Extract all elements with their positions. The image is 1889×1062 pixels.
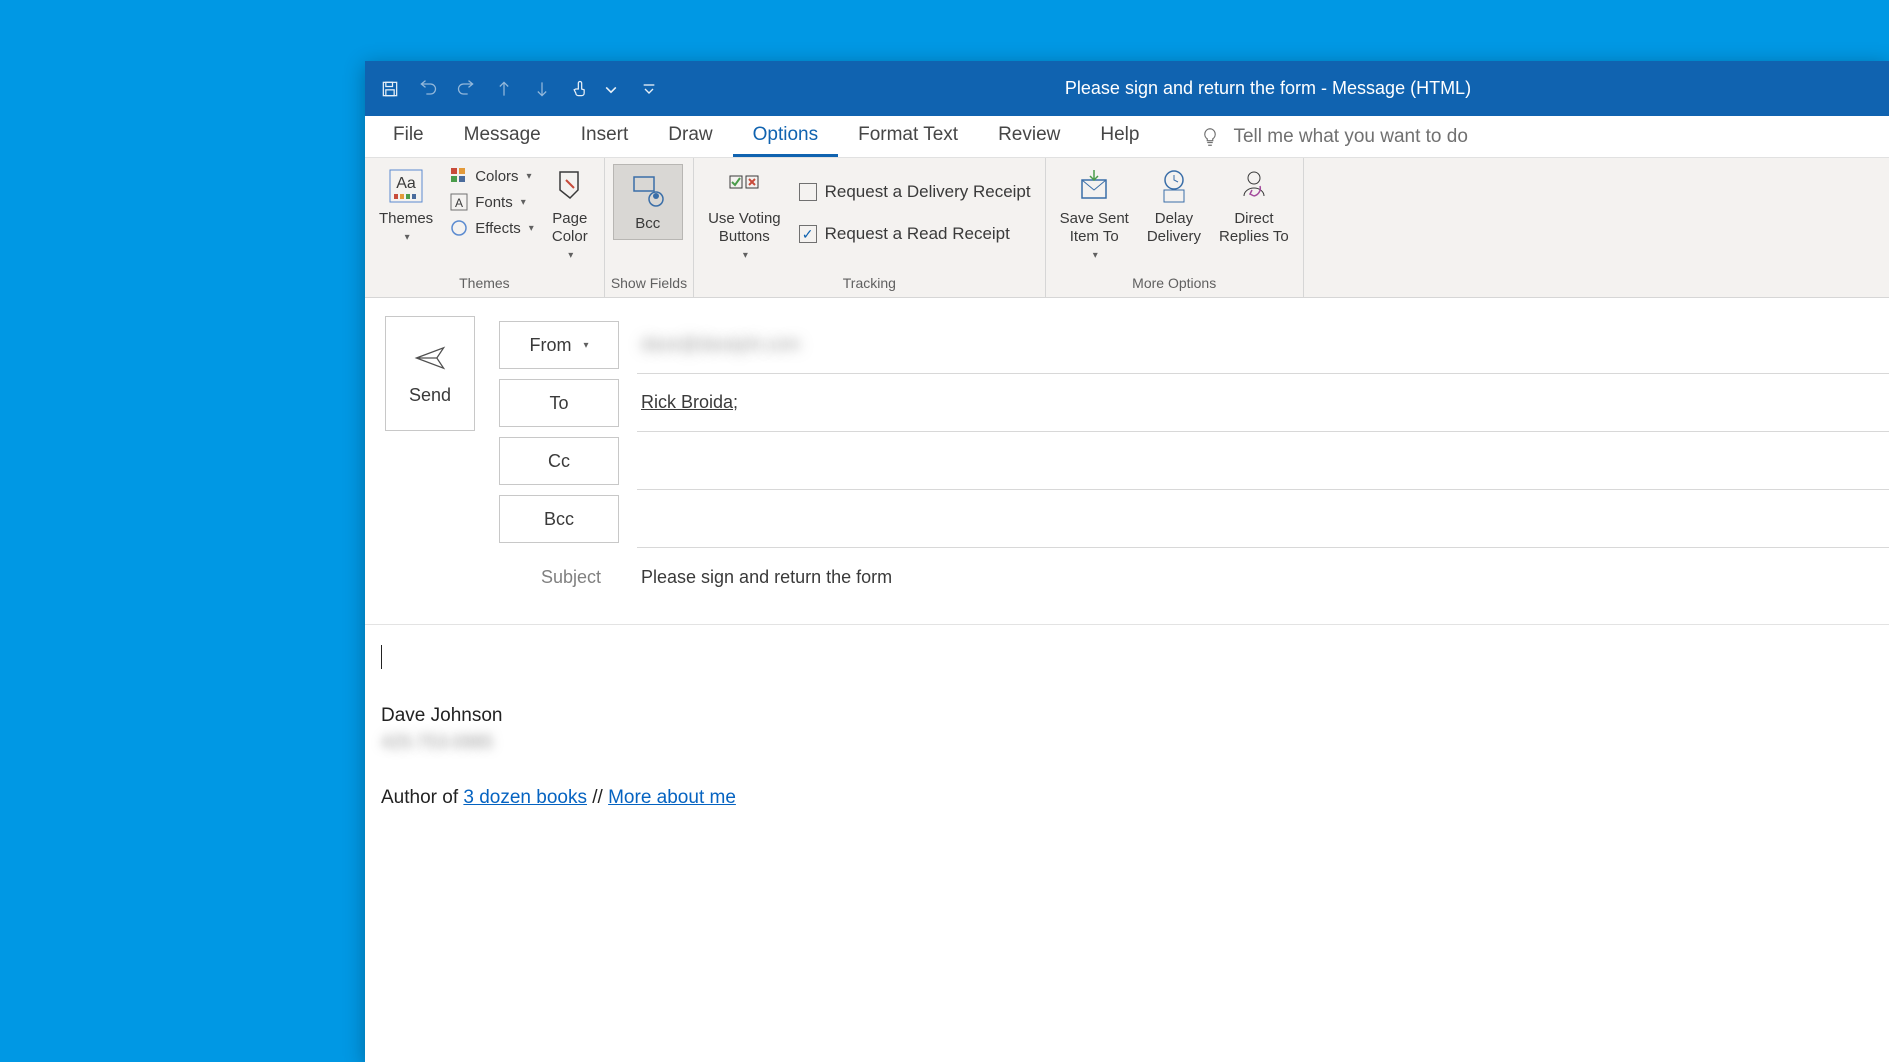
fonts-icon: A	[449, 192, 469, 212]
svg-text:Aa: Aa	[396, 175, 416, 192]
message-body[interactable]: Dave Johnson 425-753-0985 Author of 3 do…	[365, 625, 1889, 1062]
lightbulb-icon	[1199, 126, 1221, 148]
bcc-icon	[628, 171, 668, 211]
to-button[interactable]: To	[499, 379, 619, 427]
save-sent-icon	[1074, 166, 1114, 206]
touch-mode-chevron-icon[interactable]	[603, 74, 619, 104]
prev-item-icon[interactable]	[489, 74, 519, 104]
from-button[interactable]: From ▾	[499, 321, 619, 369]
bcc-toggle-button[interactable]: Bcc	[613, 164, 683, 240]
colors-button[interactable]: Colors▾	[445, 164, 538, 188]
page-color-button[interactable]: Page Color ▾	[544, 164, 596, 263]
group-tracking: Use Voting Buttons ▾ Request a Delivery …	[694, 158, 1046, 297]
tab-file[interactable]: File	[373, 116, 444, 157]
text-cursor	[381, 645, 1873, 669]
group-more-options-label: More Options	[1046, 273, 1303, 297]
read-receipt-checkbox[interactable]: ✓ Request a Read Receipt	[793, 220, 1037, 248]
colors-icon	[449, 166, 469, 186]
window-title: Please sign and return the form - Messag…	[657, 78, 1879, 99]
touch-mode-icon[interactable]	[565, 74, 595, 104]
save-icon[interactable]	[375, 74, 405, 104]
to-field[interactable]: Rick Broida;	[637, 374, 1889, 432]
send-button[interactable]: Send	[385, 316, 475, 431]
voting-buttons-button[interactable]: Use Voting Buttons ▾	[702, 164, 787, 263]
tab-review[interactable]: Review	[978, 116, 1080, 157]
cc-field[interactable]	[637, 432, 1889, 490]
tab-message[interactable]: Message	[444, 116, 561, 157]
themes-button[interactable]: Aa Themes ▾	[373, 164, 439, 245]
save-sent-item-button[interactable]: Save Sent Item To ▾	[1054, 164, 1135, 263]
group-more-options: Save Sent Item To ▾ Delay Delivery Direc…	[1046, 158, 1304, 297]
ribbon: Aa Themes ▾ Colors▾ A Fonts▾ Effe	[365, 158, 1889, 298]
recipient-chip[interactable]: Rick Broida	[641, 392, 733, 413]
signature-phone: 425-753-0985	[381, 730, 1873, 755]
checkbox-checked-icon: ✓	[799, 225, 817, 243]
direct-replies-button[interactable]: Direct Replies To	[1213, 164, 1295, 248]
compose-window: Please sign and return the form - Messag…	[365, 61, 1889, 1062]
group-themes: Aa Themes ▾ Colors▾ A Fonts▾ Effe	[365, 158, 605, 297]
chevron-down-icon: ▾	[583, 340, 588, 351]
chevron-down-icon: ▾	[405, 232, 410, 243]
effects-icon	[449, 218, 469, 238]
tab-options[interactable]: Options	[733, 116, 838, 157]
checkbox-unchecked-icon	[799, 183, 817, 201]
bcc-field[interactable]	[637, 490, 1889, 548]
tab-help[interactable]: Help	[1080, 116, 1159, 157]
group-show-fields: Bcc Show Fields	[605, 158, 694, 297]
signature-link-books[interactable]: 3 dozen books	[463, 787, 587, 808]
group-tracking-label: Tracking	[694, 273, 1045, 297]
bcc-button[interactable]: Bcc	[499, 495, 619, 543]
tab-draw[interactable]: Draw	[648, 116, 732, 157]
undo-icon[interactable]	[413, 74, 443, 104]
delay-delivery-button[interactable]: Delay Delivery	[1141, 164, 1207, 248]
direct-replies-icon	[1234, 166, 1274, 206]
delay-icon	[1154, 166, 1194, 206]
customize-qat-icon[interactable]	[641, 74, 657, 104]
title-bar: Please sign and return the form - Messag…	[365, 61, 1889, 116]
cc-button[interactable]: Cc	[499, 437, 619, 485]
next-item-icon[interactable]	[527, 74, 557, 104]
tab-format-text[interactable]: Format Text	[838, 116, 978, 157]
quick-access-toolbar	[375, 74, 657, 104]
tell-me-placeholder: Tell me what you want to do	[1233, 126, 1467, 148]
tab-insert[interactable]: Insert	[561, 116, 649, 157]
svg-text:A: A	[455, 196, 463, 210]
signature-author-line: Author of 3 dozen books // More about me	[381, 785, 1873, 812]
signature-name: Dave Johnson	[381, 703, 1873, 730]
delivery-receipt-checkbox[interactable]: Request a Delivery Receipt	[793, 178, 1037, 206]
from-value[interactable]: dave@davejoh.com	[637, 316, 1889, 374]
tell-me-search[interactable]: Tell me what you want to do	[1159, 116, 1881, 157]
page-color-icon	[550, 166, 590, 206]
send-icon	[413, 341, 447, 375]
ribbon-tabs: File Message Insert Draw Options Format …	[365, 116, 1889, 158]
signature-link-about[interactable]: More about me	[608, 787, 736, 808]
subject-field[interactable]: Please sign and return the form	[637, 548, 1889, 606]
fonts-button[interactable]: A Fonts▾	[445, 190, 538, 214]
effects-button[interactable]: Effects▾	[445, 216, 538, 240]
subject-label: Subject	[499, 553, 619, 601]
voting-icon	[724, 166, 764, 206]
redo-icon[interactable]	[451, 74, 481, 104]
message-header: Send From ▾ dave@davejoh.com To Rick Bro…	[365, 298, 1889, 625]
group-show-fields-label: Show Fields	[605, 273, 693, 297]
group-themes-label: Themes	[365, 273, 604, 297]
themes-icon: Aa	[386, 166, 426, 206]
